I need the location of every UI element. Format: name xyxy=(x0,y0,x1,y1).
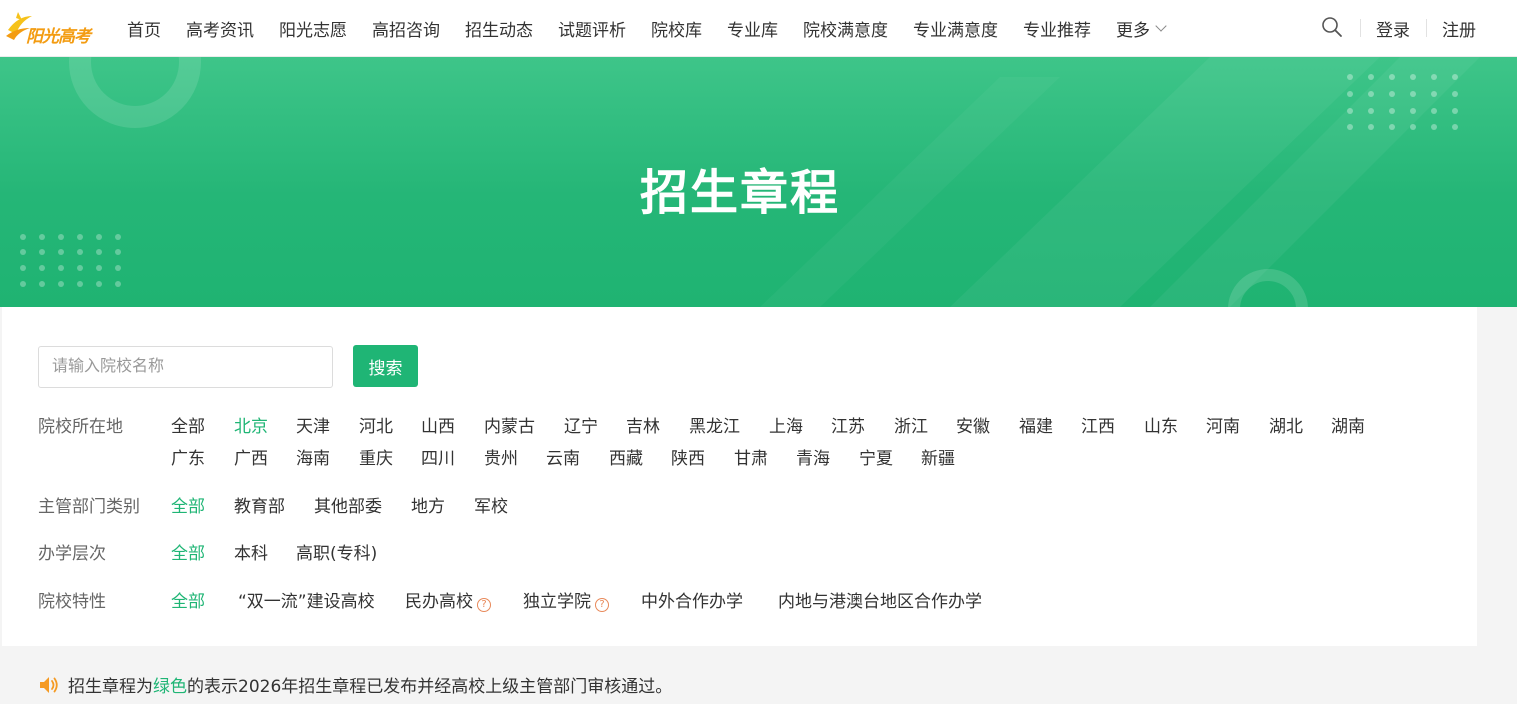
location-option[interactable]: 黑龙江 xyxy=(689,412,740,437)
nav-item-news[interactable]: 高考资讯 xyxy=(186,16,254,41)
location-option[interactable]: 山西 xyxy=(421,412,455,437)
register-link[interactable]: 注册 xyxy=(1442,16,1476,41)
location-option[interactable]: 甘肃 xyxy=(734,444,768,469)
location-option[interactable]: 新疆 xyxy=(921,444,955,469)
nav-item-volunteer[interactable]: 阳光志愿 xyxy=(279,16,347,41)
location-option[interactable]: 河北 xyxy=(359,412,393,437)
main-nav: 首页 高考资讯 阳光志愿 高招咨询 招生动态 试题评析 院校库 专业库 院校满意… xyxy=(127,0,1190,57)
feature-option-private[interactable]: 民办高校? xyxy=(405,587,491,612)
department-option[interactable]: 教育部 xyxy=(234,492,285,517)
location-option[interactable]: 江西 xyxy=(1081,412,1115,437)
location-option[interactable]: 云南 xyxy=(546,444,580,469)
location-option[interactable]: 广西 xyxy=(234,444,268,469)
school-search-input[interactable] xyxy=(38,346,333,388)
logo-text: 阳光高考 xyxy=(26,27,91,47)
feature-option[interactable]: “双一流”建设高校 xyxy=(238,587,375,612)
level-option[interactable]: 本科 xyxy=(234,539,268,564)
page-banner: 招生章程 xyxy=(0,57,1517,307)
nav-item-consult[interactable]: 高招咨询 xyxy=(372,16,440,41)
notice-suffix: 的表示2026年招生章程已发布并经高校上级主管部门审核通过。 xyxy=(187,677,673,697)
location-option[interactable]: 四川 xyxy=(421,444,455,469)
department-option[interactable]: 军校 xyxy=(474,492,508,517)
level-option[interactable]: 高职(专科) xyxy=(296,539,377,564)
chevron-down-icon xyxy=(1155,20,1167,32)
notice-prefix: 招生章程为 xyxy=(68,677,153,697)
speaker-icon xyxy=(40,676,58,693)
notice-highlight: 绿色 xyxy=(153,677,187,697)
location-option[interactable]: 江苏 xyxy=(831,412,865,437)
location-option[interactable]: 湖北 xyxy=(1269,412,1303,437)
location-option[interactable]: 上海 xyxy=(769,412,803,437)
filter-label-level: 办学层次 xyxy=(38,544,106,564)
nav-item-major-satisfaction[interactable]: 专业满意度 xyxy=(913,16,998,41)
location-option[interactable]: 内蒙古 xyxy=(484,412,535,437)
nav-item-school-satisfaction[interactable]: 院校满意度 xyxy=(803,16,888,41)
location-option[interactable]: 贵州 xyxy=(484,444,518,469)
header-divider xyxy=(1360,19,1361,37)
location-option[interactable]: 福建 xyxy=(1019,412,1053,437)
nav-item-more[interactable]: 更多 xyxy=(1116,16,1167,41)
nav-item-major-db[interactable]: 专业库 xyxy=(727,16,778,41)
login-link[interactable]: 登录 xyxy=(1376,16,1410,41)
location-option[interactable]: 海南 xyxy=(296,444,330,469)
location-option[interactable]: 西藏 xyxy=(609,444,643,469)
nav-item-school-db[interactable]: 院校库 xyxy=(651,16,702,41)
header-divider xyxy=(1426,19,1427,37)
location-option[interactable]: 河南 xyxy=(1206,412,1240,437)
top-header: 阳光高考 首页 高考资讯 阳光志愿 高招咨询 招生动态 试题评析 院校库 专业库… xyxy=(0,0,1517,57)
filter-panel: 搜索 院校所在地 全部 北京 天津 河北 山西 内蒙古 辽宁 吉林 黑龙江 上海… xyxy=(2,307,1477,646)
nav-item-major-recommend[interactable]: 专业推荐 xyxy=(1023,16,1091,41)
nav-item-home[interactable]: 首页 xyxy=(127,16,161,41)
location-option[interactable]: 安徽 xyxy=(956,412,990,437)
question-circle-icon[interactable]: ? xyxy=(595,598,609,612)
notice-bar: 招生章程为 绿色 的表示2026年招生章程已发布并经高校上级主管部门审核通过。 xyxy=(38,672,672,697)
feature-option[interactable]: 内地与港澳台地区合作办学 xyxy=(778,587,982,612)
page-title: 招生章程 xyxy=(639,165,840,221)
nav-more-label: 更多 xyxy=(1116,21,1150,41)
department-option[interactable]: 地方 xyxy=(411,492,445,517)
feature-option-independent[interactable]: 独立学院? xyxy=(523,587,609,612)
location-option-selected[interactable]: 北京 xyxy=(234,412,268,437)
filter-label-feature: 院校特性 xyxy=(38,592,106,612)
question-circle-icon[interactable]: ? xyxy=(477,598,491,612)
location-option[interactable]: 广东 xyxy=(171,444,205,469)
location-option[interactable]: 山东 xyxy=(1144,412,1178,437)
filter-label-location: 院校所在地 xyxy=(38,417,123,437)
feature-option-label: 民办高校 xyxy=(405,592,473,612)
feature-option-label: 独立学院 xyxy=(523,592,591,612)
location-option[interactable]: 浙江 xyxy=(894,412,928,437)
department-option-selected[interactable]: 全部 xyxy=(171,492,205,517)
feature-option-selected[interactable]: 全部 xyxy=(171,587,205,612)
location-option[interactable]: 辽宁 xyxy=(564,412,598,437)
nav-item-exam-review[interactable]: 试题评析 xyxy=(558,16,626,41)
location-option[interactable]: 青海 xyxy=(796,444,830,469)
location-option[interactable]: 全部 xyxy=(171,412,205,437)
location-option[interactable]: 吉林 xyxy=(626,412,660,437)
search-button[interactable]: 搜索 xyxy=(353,345,418,387)
search-icon[interactable] xyxy=(1321,16,1343,38)
location-option[interactable]: 湖南 xyxy=(1331,412,1365,437)
feature-option[interactable]: 中外合作办学 xyxy=(641,587,743,612)
filter-label-department: 主管部门类别 xyxy=(38,497,140,517)
location-option[interactable]: 重庆 xyxy=(359,444,393,469)
location-option[interactable]: 天津 xyxy=(296,412,330,437)
department-option[interactable]: 其他部委 xyxy=(314,492,382,517)
location-option[interactable]: 宁夏 xyxy=(859,444,893,469)
level-option-selected[interactable]: 全部 xyxy=(171,539,205,564)
location-option[interactable]: 陕西 xyxy=(671,444,705,469)
site-logo[interactable]: 阳光高考 xyxy=(4,8,100,48)
nav-item-admission-news[interactable]: 招生动态 xyxy=(465,16,533,41)
